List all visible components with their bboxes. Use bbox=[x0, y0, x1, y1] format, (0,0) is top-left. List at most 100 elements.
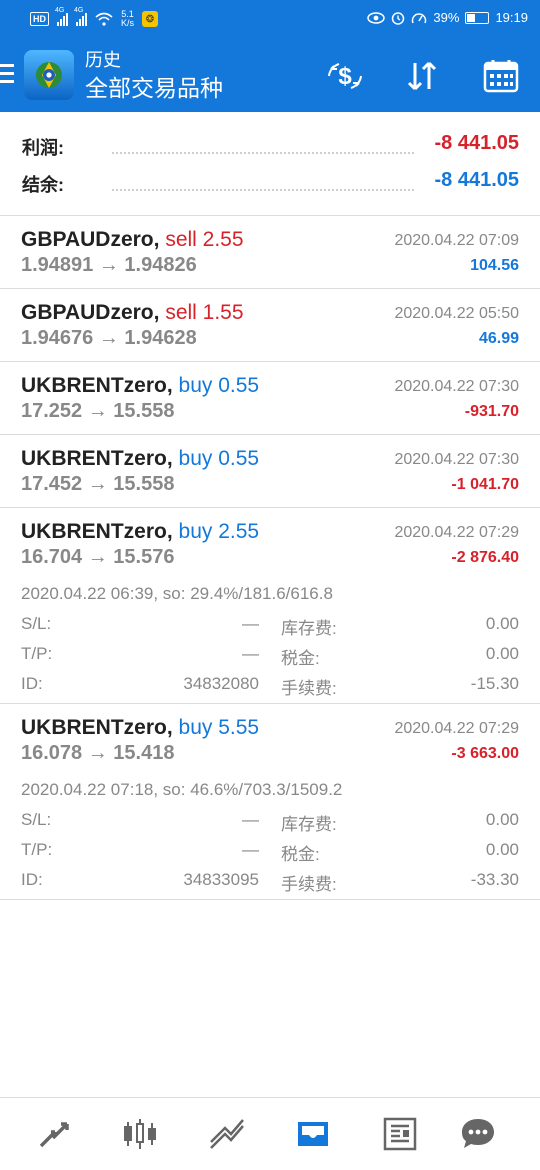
tp-value: — bbox=[242, 644, 259, 663]
eye-icon bbox=[367, 11, 386, 24]
id-fee-row: ID: 34833095 手续费: -33.30 bbox=[0, 865, 540, 895]
trade-time: 2020.04.22 07:29 bbox=[394, 524, 519, 541]
messages-icon[interactable] bbox=[456, 1112, 500, 1156]
balance-label: 结余: bbox=[22, 175, 64, 195]
sl-value: — bbox=[242, 810, 259, 829]
trade-icon[interactable] bbox=[205, 1112, 249, 1156]
status-left: HD 4G 4G 5.1 K/s ❂ bbox=[30, 7, 159, 28]
tp-label: T/P: bbox=[21, 840, 53, 859]
clock: 19:19 bbox=[495, 10, 528, 25]
fee-label: 手续费: bbox=[281, 875, 337, 894]
sort-icon[interactable] bbox=[402, 58, 442, 94]
fee-value: -15.30 bbox=[470, 674, 519, 693]
trade-time: 2020.04.22 07:29 bbox=[394, 720, 519, 737]
summary-panel: 利润: -8 441.05 结余: -8 441.05 bbox=[0, 112, 540, 216]
trade-row[interactable]: UKBRENTzero, buy 0.55 17.452 → 15.558 20… bbox=[0, 435, 540, 508]
trade-row-expanded[interactable]: UKBRENTzero, buy 2.55 16.704 → 15.576 20… bbox=[0, 508, 540, 704]
id-label: ID: bbox=[21, 870, 43, 889]
trade-row[interactable]: UKBRENTzero, buy 0.55 17.252 → 15.558 20… bbox=[0, 362, 540, 435]
quotes-icon[interactable] bbox=[33, 1112, 77, 1156]
trade-profit: -2 876.40 bbox=[451, 549, 519, 566]
balance-value: -8 441.05 bbox=[434, 169, 519, 191]
trade-symbol: GBPAUDzero, bbox=[21, 228, 160, 251]
trade-side: buy 0.55 bbox=[178, 447, 260, 470]
tax-label: 税金: bbox=[281, 845, 320, 864]
page-subtitle: 历史 bbox=[85, 50, 121, 70]
swap-label: 库存费: bbox=[281, 815, 337, 834]
sl-swap-row: S/L: — 库存费: 0.00 bbox=[0, 609, 540, 639]
wifi-icon bbox=[95, 12, 113, 26]
trade-time: 2020.04.22 07:09 bbox=[394, 232, 519, 249]
trade-symbol-line: UKBRENTzero, buy 5.55 bbox=[21, 716, 259, 740]
page-title[interactable]: 全部交易品种 bbox=[85, 72, 223, 104]
sl-value: — bbox=[242, 614, 259, 633]
trade-side: buy 2.55 bbox=[178, 520, 260, 543]
trade-side: sell 1.55 bbox=[165, 301, 244, 324]
trade-symbol-line: GBPAUDzero, sell 2.55 bbox=[21, 228, 244, 252]
news-icon[interactable] bbox=[378, 1112, 422, 1156]
menu-icon[interactable] bbox=[0, 64, 16, 84]
hd-badge: HD bbox=[30, 12, 49, 26]
profit-row: 利润: -8 441.05 bbox=[0, 128, 540, 164]
trade-symbol: GBPAUDzero, bbox=[21, 301, 160, 324]
tp-value: — bbox=[242, 840, 259, 859]
metatrader-logo-icon bbox=[36, 62, 62, 88]
swap-label: 库存费: bbox=[281, 619, 337, 638]
id-fee-row: ID: 34832080 手续费: -15.30 bbox=[0, 669, 540, 699]
history-icon[interactable] bbox=[291, 1112, 335, 1156]
calendar-icon[interactable] bbox=[481, 58, 521, 94]
status-bar: HD 4G 4G 5.1 K/s ❂ 39% 19:19 bbox=[0, 0, 540, 40]
trade-symbol: UKBRENTzero, bbox=[21, 520, 173, 543]
trade-side: buy 5.55 bbox=[178, 716, 260, 739]
id-label: ID: bbox=[21, 674, 43, 693]
trade-profit: -3 663.00 bbox=[451, 745, 519, 762]
sl-swap-row: S/L: — 库存费: 0.00 bbox=[0, 805, 540, 835]
trade-time: 2020.04.22 07:30 bbox=[394, 378, 519, 395]
profit-value: -8 441.05 bbox=[434, 132, 519, 154]
swap-value: 0.00 bbox=[485, 614, 519, 633]
app-logo bbox=[24, 50, 74, 100]
chart-icon[interactable] bbox=[118, 1112, 162, 1156]
trade-prices: 1.94891 → 1.94826 bbox=[21, 254, 197, 276]
trade-profit: 46.99 bbox=[478, 330, 519, 347]
trade-time: 2020.04.22 05:50 bbox=[394, 305, 519, 322]
currency-exchange-icon[interactable]: $ bbox=[325, 58, 365, 94]
net-speed: 5.1 K/s bbox=[121, 10, 134, 28]
status-right: 39% 19:19 bbox=[367, 10, 528, 25]
tp-tax-row: T/P: — 税金: 0.00 bbox=[0, 835, 540, 865]
trade-time: 2020.04.22 07:30 bbox=[394, 451, 519, 468]
trade-profit: -1 041.70 bbox=[451, 476, 519, 493]
trade-symbol-line: UKBRENTzero, buy 0.55 bbox=[21, 374, 259, 398]
tax-value: 0.00 bbox=[485, 644, 519, 663]
trade-profit: -931.70 bbox=[464, 403, 519, 420]
battery-icon bbox=[465, 11, 490, 24]
battery-percent: 39% bbox=[433, 10, 460, 25]
tp-label: T/P: bbox=[21, 644, 53, 663]
fee-value: -33.30 bbox=[470, 870, 519, 889]
trade-prices: 17.452 → 15.558 bbox=[21, 473, 175, 495]
signal-icon-2: 4G bbox=[74, 7, 87, 26]
dotted-leader bbox=[112, 189, 414, 191]
trade-symbol: UKBRENTzero, bbox=[21, 374, 173, 397]
tax-label: 税金: bbox=[281, 649, 320, 668]
signal-label-2: 4G bbox=[74, 7, 84, 14]
id-value: 34833095 bbox=[183, 870, 259, 889]
trade-symbol-line: UKBRENTzero, buy 0.55 bbox=[21, 447, 259, 471]
trade-row-expanded[interactable]: UKBRENTzero, buy 5.55 16.078 → 15.418 20… bbox=[0, 704, 540, 900]
trade-symbol: UKBRENTzero, bbox=[21, 447, 173, 470]
svg-text:$: $ bbox=[338, 63, 352, 90]
tp-tax-row: T/P: — 税金: 0.00 bbox=[0, 639, 540, 669]
trade-row[interactable]: GBPAUDzero, sell 2.55 1.94891 → 1.94826 … bbox=[0, 216, 540, 289]
trade-prices: 17.252 → 15.558 bbox=[21, 400, 175, 422]
trade-row[interactable]: GBPAUDzero, sell 1.55 1.94676 → 1.94628 … bbox=[0, 289, 540, 362]
profit-label: 利润: bbox=[22, 138, 64, 158]
trade-symbol-line: GBPAUDzero, sell 1.55 bbox=[21, 301, 244, 325]
app-bar: 历史 全部交易品种 $ bbox=[0, 40, 540, 112]
trade-list: GBPAUDzero, sell 2.55 1.94891 → 1.94826 … bbox=[0, 216, 540, 900]
trade-symbol-line: UKBRENTzero, buy 2.55 bbox=[21, 520, 259, 544]
dotted-leader bbox=[112, 152, 414, 154]
bottom-nav bbox=[0, 1097, 540, 1170]
tax-value: 0.00 bbox=[485, 840, 519, 859]
trade-prices: 16.078 → 15.418 bbox=[21, 742, 175, 764]
swap-value: 0.00 bbox=[485, 810, 519, 829]
